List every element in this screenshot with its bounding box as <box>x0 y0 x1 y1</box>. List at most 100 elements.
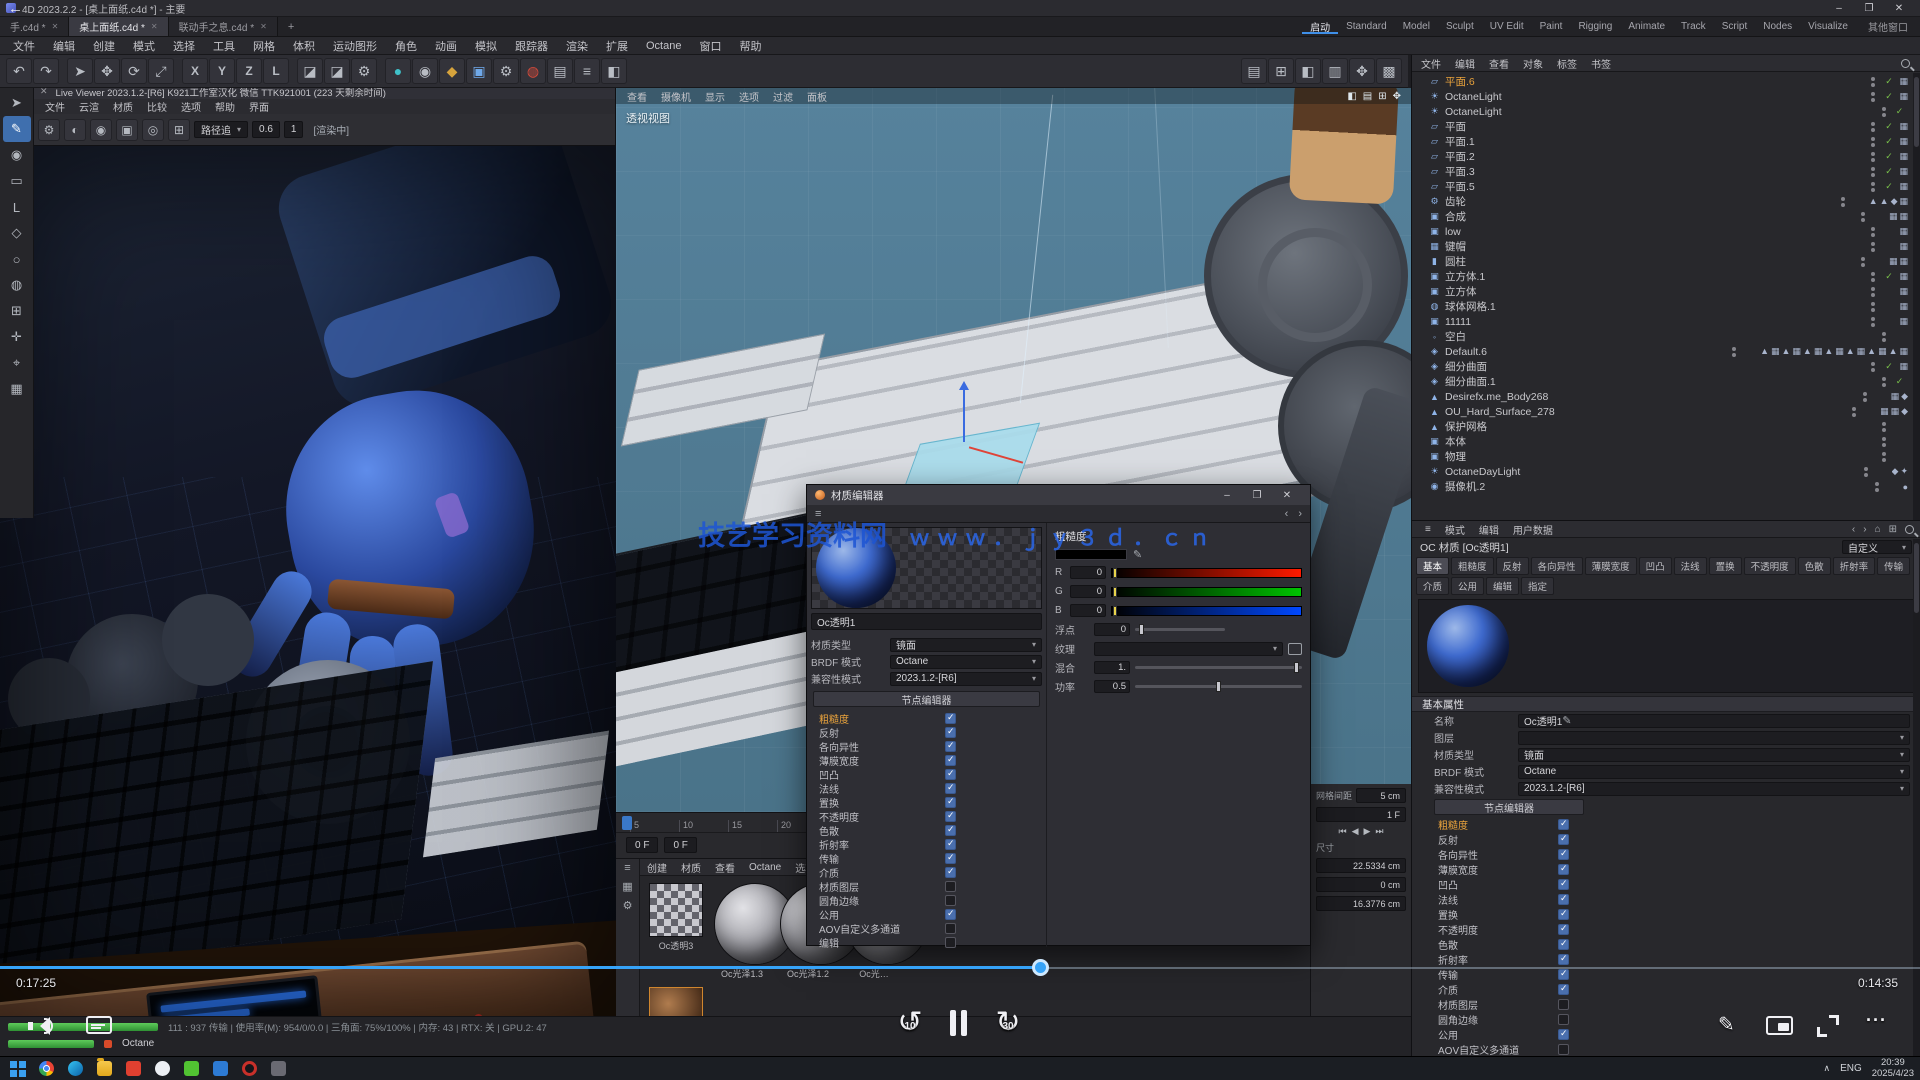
visibility-dots[interactable] <box>1868 227 1878 237</box>
visibility-dots[interactable] <box>1868 317 1878 327</box>
visibility-dots[interactable] <box>1868 182 1878 192</box>
seek-bar-remaining[interactable] <box>1041 967 1920 969</box>
object-name[interactable]: 立方体.1 <box>1445 269 1485 284</box>
viewport-corner-icon[interactable]: ▤ <box>1363 91 1372 102</box>
new-tab-button[interactable]: + <box>278 21 304 33</box>
am-menu-item[interactable]: 模式 <box>1438 522 1472 537</box>
viewport-corner-icon[interactable]: ◧ <box>1347 91 1356 102</box>
taskbar-app-chrome[interactable] <box>35 1059 57 1078</box>
taskbar-app-octane[interactable] <box>238 1059 260 1078</box>
layout-tab[interactable]: Sculpt <box>1438 21 1482 32</box>
object-name[interactable]: OctaneLight <box>1445 91 1502 103</box>
object-tree-row[interactable]: ▱ 平面.2 ✓ ▦ <box>1412 149 1920 164</box>
object-name[interactable]: 圆柱 <box>1445 254 1466 269</box>
object-tags[interactable]: ▦ <box>1899 166 1910 177</box>
object-tree-row[interactable]: ▲ Desirefx.me_Body268 ▦◆ <box>1412 389 1920 404</box>
channel-checkbox[interactable] <box>945 867 956 878</box>
object-name[interactable]: 平面.2 <box>1445 149 1475 164</box>
enabled-check-icon[interactable]: ✓ <box>1882 76 1895 87</box>
visibility-dots[interactable] <box>1868 122 1878 132</box>
object-tags[interactable]: ▦ <box>1899 121 1910 132</box>
live-viewer-menu-item[interactable]: 界面 <box>242 99 276 114</box>
taskbar-app-files[interactable] <box>267 1059 289 1078</box>
visibility-dots[interactable] <box>1879 377 1889 387</box>
attribute-tab[interactable]: 色散 <box>1798 557 1831 575</box>
channel-row[interactable]: 凹凸 <box>1412 877 1920 892</box>
object-tags[interactable]: ▦ <box>1899 226 1910 237</box>
visibility-dots[interactable] <box>1860 392 1870 402</box>
object-name[interactable]: OctaneDayLight <box>1445 466 1520 478</box>
channel-checkbox[interactable] <box>1558 999 1569 1010</box>
visibility-dots[interactable] <box>1868 302 1878 312</box>
object-name[interactable]: 摄像机.2 <box>1445 479 1485 494</box>
attribute-field-value[interactable]: Oc透明1 ✎ ▾ <box>1518 714 1910 728</box>
object-tree-row[interactable]: ◍ 球体网格.1 ▦ <box>1412 299 1920 314</box>
language-indicator[interactable]: ENG <box>1840 1063 1862 1074</box>
search-icon[interactable] <box>1901 59 1910 68</box>
attribute-tab[interactable]: 折射率 <box>1833 557 1876 575</box>
channel-checkbox[interactable] <box>945 797 956 808</box>
palette-tool-icon[interactable]: ○ <box>3 246 31 272</box>
object-tags[interactable]: ▦ <box>1899 151 1910 162</box>
object-tags[interactable]: ▦ <box>1899 136 1910 147</box>
visibility-dots[interactable] <box>1868 362 1878 372</box>
red-gradient-slider[interactable] <box>1111 568 1302 578</box>
me-back-icon[interactable]: ‹ <box>1285 508 1289 520</box>
object-tags[interactable]: ▲▲◆▦ <box>1869 196 1910 207</box>
object-name[interactable]: 细分曲面.1 <box>1445 374 1496 389</box>
object-tree-row[interactable]: ▣ 11111 ▦ <box>1412 314 1920 329</box>
object-tags[interactable]: ▦ <box>1899 91 1910 102</box>
visibility-dots[interactable] <box>1868 137 1878 147</box>
visibility-dots[interactable] <box>1858 257 1868 267</box>
object-name[interactable]: Desirefx.me_Body268 <box>1445 391 1548 403</box>
object-tags[interactable]: ▦ <box>1899 316 1910 327</box>
channel-checkbox[interactable] <box>1558 1044 1569 1055</box>
palette-tool-icon[interactable]: ➤ <box>3 90 31 116</box>
menu-item[interactable]: 选择 <box>164 38 204 54</box>
attribute-tab[interactable]: 各向异性 <box>1531 557 1583 575</box>
menu-item[interactable]: 模拟 <box>466 38 506 54</box>
axis-l-button[interactable]: L <box>263 58 289 84</box>
palette-tool-icon[interactable]: ⌖ <box>3 350 31 376</box>
menu-item[interactable]: Octane <box>637 40 690 52</box>
object-tree-row[interactable]: ⚙ 齿轮 ▲▲◆▦ <box>1412 194 1920 209</box>
viewport-layout-icon-5[interactable]: ✥ <box>1349 58 1375 84</box>
lv-region-icon[interactable]: ▣ <box>116 119 138 141</box>
channel-checkbox[interactable] <box>945 895 956 906</box>
object-name[interactable]: 空白 <box>1445 329 1466 344</box>
maximize-button[interactable]: ❐ <box>1854 3 1884 14</box>
object-tree-row[interactable]: ▣ 本体 <box>1412 434 1920 449</box>
texture-dropdown[interactable]: ▾ <box>1094 642 1283 656</box>
object-tree-row[interactable]: ◈ 细分曲面.1 ✓ <box>1412 374 1920 389</box>
mb-settings-icon[interactable]: ⚙ <box>623 899 633 912</box>
frame-start-field[interactable]: 0 F <box>626 837 658 853</box>
lv-value2-field[interactable]: 1 <box>284 121 304 138</box>
size-x-field[interactable]: 22.5334 cm <box>1316 858 1406 873</box>
channel-checkbox[interactable] <box>1558 1014 1569 1025</box>
menu-item[interactable]: 帮助 <box>730 38 770 54</box>
tab-close-icon[interactable]: ✕ <box>52 22 59 31</box>
lv-compare-icon[interactable]: ◐ <box>64 119 86 141</box>
me-close-button[interactable]: ✕ <box>1272 490 1302 501</box>
layout-tab[interactable]: Rigging <box>1570 21 1620 32</box>
object-tree-scrollbar[interactable] <box>1913 73 1920 520</box>
taskbar-app-folder[interactable] <box>93 1059 115 1078</box>
frame-end-field[interactable]: 0 F <box>664 837 696 853</box>
green-gradient-slider[interactable] <box>1111 587 1302 597</box>
om-menu-item[interactable]: 查看 <box>1482 56 1516 71</box>
visibility-dots[interactable] <box>1868 272 1878 282</box>
viewport-layout-icon-6[interactable]: ▩ <box>1376 58 1402 84</box>
attribute-tab[interactable]: 粗糙度 <box>1451 557 1494 575</box>
attribute-tab[interactable]: 公用 <box>1451 577 1484 595</box>
attribute-tab[interactable]: 法线 <box>1674 557 1707 575</box>
channel-checkbox[interactable] <box>1558 1029 1569 1040</box>
viewport-corner-icon[interactable]: ⊞ <box>1378 91 1386 102</box>
object-tags[interactable]: ▦▦◆ <box>1880 406 1910 417</box>
material-browser-menu-item[interactable]: 查看 <box>708 860 742 875</box>
om-menu-item[interactable]: 书签 <box>1584 56 1618 71</box>
g-value-field[interactable]: 0 <box>1070 585 1106 598</box>
visibility-dots[interactable] <box>1868 242 1878 252</box>
tab-close-icon[interactable]: ✕ <box>151 22 158 31</box>
go-end-icon[interactable]: ⏭ <box>1375 826 1383 837</box>
volume-button[interactable] <box>28 1016 58 1036</box>
